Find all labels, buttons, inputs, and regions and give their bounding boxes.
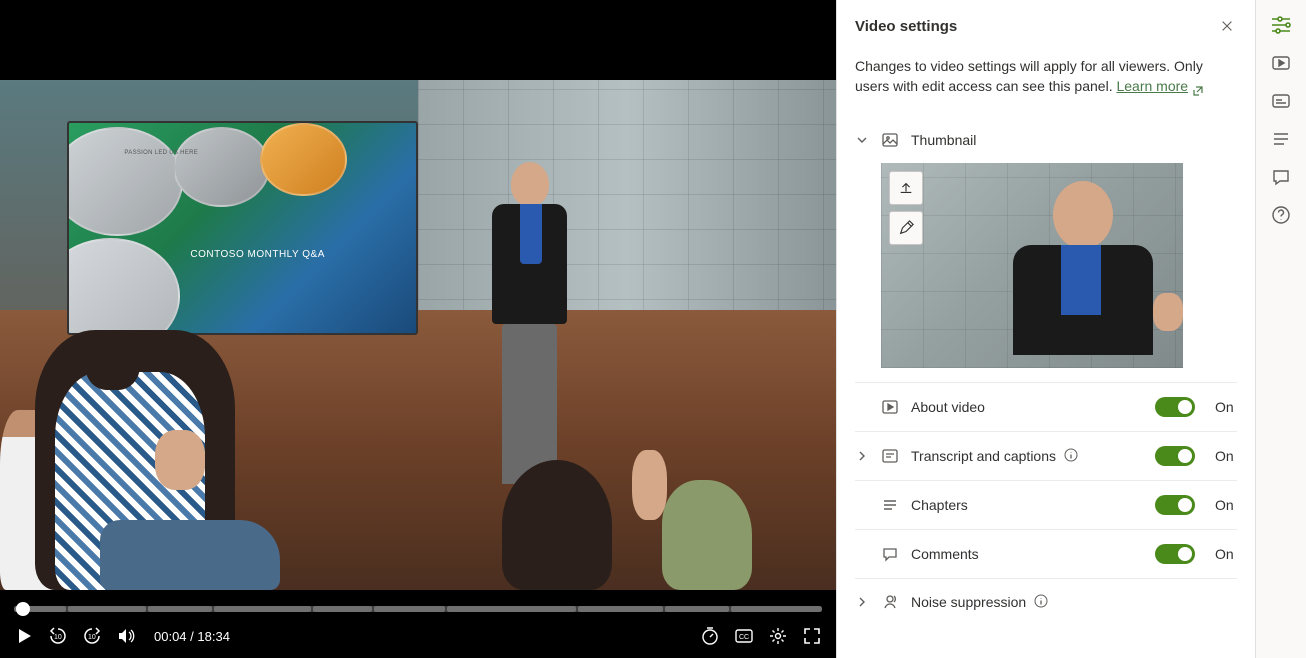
video-content: PASSION LED US HERE CONTOSO MONTHLY Q&A xyxy=(0,80,836,590)
progress-handle[interactable] xyxy=(16,602,30,616)
svg-text:CC: CC xyxy=(739,634,749,641)
chevron-right-icon[interactable] xyxy=(855,595,869,609)
rail-transcript-icon[interactable] xyxy=(1270,90,1292,112)
info-icon[interactable] xyxy=(1064,448,1078,462)
transcript-icon xyxy=(881,447,899,465)
close-button[interactable] xyxy=(1217,16,1237,36)
section-chapters: Chapters On xyxy=(855,480,1237,529)
panel-description: Changes to video settings will apply for… xyxy=(855,56,1237,97)
rail-settings-icon[interactable] xyxy=(1270,14,1292,36)
presentation-screen: PASSION LED US HERE CONTOSO MONTHLY Q&A xyxy=(67,121,418,335)
video-player: PASSION LED US HERE CONTOSO MONTHLY Q&A xyxy=(0,0,836,658)
section-label: Noise suppression xyxy=(911,594,1203,610)
learn-more-link[interactable]: Learn more xyxy=(1116,78,1188,94)
section-label: Transcript and captions xyxy=(911,448,1143,464)
section-label: Chapters xyxy=(911,497,1143,513)
progress-bar[interactable] xyxy=(14,606,822,612)
comments-toggle[interactable] xyxy=(1155,544,1195,564)
section-thumbnail: Thumbnail xyxy=(855,117,1237,382)
comments-icon xyxy=(881,545,899,563)
noise-suppression-icon xyxy=(881,593,899,611)
volume-button[interactable] xyxy=(116,626,136,646)
screen-heading: CONTOSO MONTHLY Q&A xyxy=(190,249,325,260)
section-label: About video xyxy=(911,399,1143,415)
toggle-state: On xyxy=(1215,497,1237,513)
rail-comments-icon[interactable] xyxy=(1270,166,1292,188)
chevron-down-icon[interactable] xyxy=(855,133,869,147)
forward-10-button[interactable]: 10 xyxy=(82,626,102,646)
rewind-10-button[interactable]: 10 xyxy=(48,626,68,646)
rail-video-icon[interactable] xyxy=(1270,52,1292,74)
toggle-state: On xyxy=(1215,546,1237,562)
playback-speed-button[interactable] xyxy=(700,626,720,646)
fullscreen-button[interactable] xyxy=(802,626,822,646)
current-time: 00:04 xyxy=(154,629,187,644)
info-icon[interactable] xyxy=(1034,594,1048,608)
image-icon xyxy=(881,131,899,149)
chapters-icon xyxy=(881,496,899,514)
section-about-video: About video On xyxy=(855,382,1237,431)
section-label: Comments xyxy=(911,546,1143,562)
thumbnail-upload-button[interactable] xyxy=(889,171,923,205)
video-settings-panel: Video settings Changes to video settings… xyxy=(836,0,1256,658)
svg-text:10: 10 xyxy=(88,634,96,641)
settings-gear-button[interactable] xyxy=(768,626,788,646)
chevron-right-icon[interactable] xyxy=(855,449,869,463)
video-controls-bar: 10 10 00:04 / 18:34 CC xyxy=(0,600,836,658)
section-transcript: Transcript and captions On xyxy=(855,431,1237,480)
right-rail xyxy=(1256,0,1306,658)
thumbnail-preview xyxy=(881,163,1183,368)
video-viewport[interactable]: PASSION LED US HERE CONTOSO MONTHLY Q&A xyxy=(0,0,836,600)
chapters-toggle[interactable] xyxy=(1155,495,1195,515)
about-video-toggle[interactable] xyxy=(1155,397,1195,417)
section-comments: Comments On xyxy=(855,529,1237,578)
rail-help-icon[interactable] xyxy=(1270,204,1292,226)
play-button[interactable] xyxy=(14,626,34,646)
section-label: Thumbnail xyxy=(911,132,1237,148)
captions-button[interactable]: CC xyxy=(734,626,754,646)
transcript-toggle[interactable] xyxy=(1155,446,1195,466)
rail-chapters-icon[interactable] xyxy=(1270,128,1292,150)
thumbnail-edit-button[interactable] xyxy=(889,211,923,245)
play-square-icon xyxy=(881,398,899,416)
audience-left xyxy=(0,310,293,591)
section-noise-suppression: Noise suppression xyxy=(855,578,1237,625)
toggle-state: On xyxy=(1215,399,1237,415)
screen-tagline: PASSION LED US HERE xyxy=(124,150,198,156)
external-link-icon xyxy=(1192,82,1204,94)
panel-title: Video settings xyxy=(855,18,957,35)
total-time: 18:34 xyxy=(197,629,230,644)
svg-text:10: 10 xyxy=(54,634,62,641)
toggle-state: On xyxy=(1215,448,1237,464)
time-display: 00:04 / 18:34 xyxy=(154,629,230,644)
audience-right xyxy=(502,437,753,590)
